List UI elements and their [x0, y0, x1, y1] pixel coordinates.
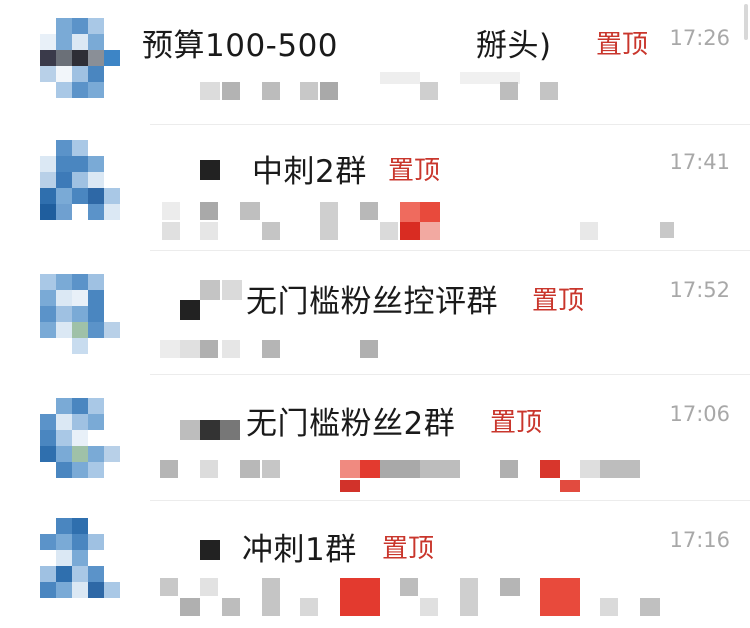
chat-title-text: 预算100-500	[142, 28, 339, 64]
message-time: 17:41	[669, 150, 730, 174]
name-mosaic	[180, 300, 200, 320]
row-divider	[150, 124, 750, 125]
message-time: 17:26	[669, 26, 730, 50]
avatar[interactable]	[40, 140, 120, 220]
name-mosaic	[220, 420, 240, 440]
chat-title: 无门槛粉丝控评群	[246, 284, 498, 320]
name-mosaic	[222, 280, 242, 300]
chat-row-3[interactable]: 无门槛粉丝控评群 置顶 17:52	[0, 252, 750, 378]
row-divider	[150, 374, 750, 375]
chat-title: 中刺2群	[252, 154, 367, 190]
row-divider	[150, 500, 750, 501]
pinned-badge: 置顶	[596, 30, 649, 60]
message-time: 17:16	[669, 528, 730, 552]
avatar[interactable]	[40, 398, 120, 478]
name-mosaic	[200, 280, 220, 300]
chat-row-4[interactable]: 无门槛粉丝2群 置顶 17:06	[0, 376, 750, 502]
chat-row-5[interactable]: 冲刺1群 置顶 17:16	[0, 502, 750, 628]
name-mosaic	[200, 540, 220, 560]
pinned-badge: 置顶	[490, 408, 543, 438]
avatar[interactable]	[40, 518, 120, 598]
scrollbar[interactable]	[744, 4, 748, 40]
name-mosaic	[180, 420, 200, 440]
name-mosaic	[200, 160, 220, 180]
chat-title-suffix: 掰头)	[476, 28, 552, 64]
pinned-badge: 置顶	[388, 156, 441, 186]
chat-row-1[interactable]: 预算100-500 掰头) 置顶 17:26	[0, 0, 750, 126]
avatar[interactable]	[40, 274, 120, 354]
name-mosaic	[200, 420, 220, 440]
pinned-badge: 置顶	[382, 534, 435, 564]
avatar[interactable]	[40, 18, 120, 98]
pinned-badge: 置顶	[532, 286, 585, 316]
chat-row-2[interactable]: 中刺2群 置顶 17:41	[0, 126, 750, 252]
message-time: 17:06	[669, 402, 730, 426]
chat-title: 无门槛粉丝2群	[246, 406, 456, 442]
chat-title: 冲刺1群	[242, 532, 357, 568]
message-time: 17:52	[669, 278, 730, 302]
row-divider	[150, 250, 750, 251]
chat-title: 预算100-500	[142, 20, 338, 65]
chat-list: 预算100-500 掰头) 置顶 17:26 中刺2群 置顶 17:41 无门槛…	[0, 0, 750, 624]
